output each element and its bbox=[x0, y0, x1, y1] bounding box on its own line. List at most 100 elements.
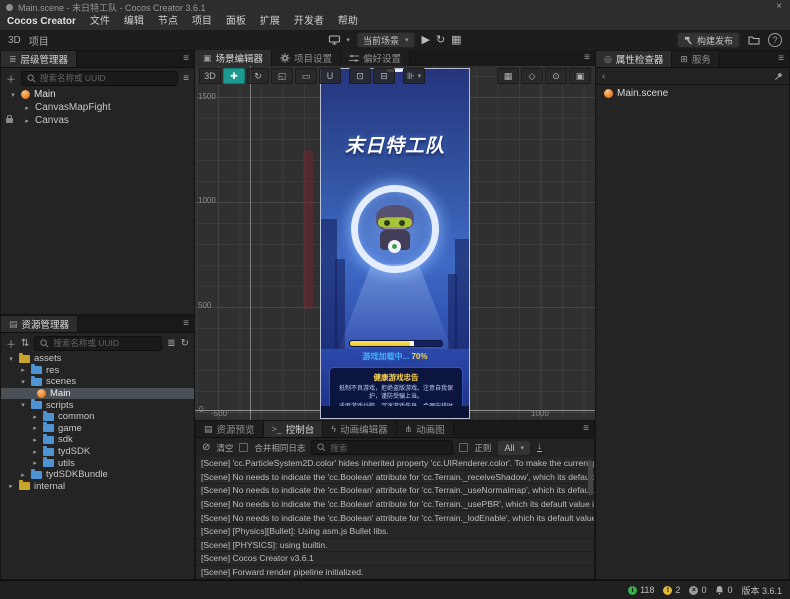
expand-arrow-icon[interactable]: ▾ bbox=[9, 91, 17, 99]
menu-help[interactable]: 帮助 bbox=[331, 14, 365, 30]
merge-logs-checkbox[interactable] bbox=[239, 443, 248, 452]
clear-console-button[interactable]: 清空 bbox=[216, 442, 233, 454]
tree-node-canvas[interactable]: ▸ Canvas bbox=[1, 114, 194, 127]
tab-scene-editor[interactable]: ▣ 场景编辑器 bbox=[195, 50, 272, 66]
log-line[interactable]: [Scene] No needs to indicate the 'cc.Boo… bbox=[196, 511, 594, 524]
asset-row-tydsdkbundle[interactable]: ▸tydSDKBundle bbox=[1, 469, 194, 481]
console-search-input[interactable]: 搜索 bbox=[311, 440, 453, 455]
camera-preview-button[interactable]: ◇ bbox=[521, 68, 543, 84]
view-settings-button[interactable]: ⊙ bbox=[545, 68, 567, 84]
log-line[interactable]: [Scene] Forward render pipeline initiali… bbox=[196, 566, 594, 579]
collapse-arrow-icon[interactable]: ▸ bbox=[31, 424, 39, 432]
grid-toggle-button[interactable]: ▦ bbox=[497, 68, 519, 84]
panel-menu-icon[interactable]: ≡ bbox=[584, 50, 590, 66]
log-line[interactable]: [Scene] Cocos Creator v3.6.1 bbox=[196, 552, 594, 565]
tab-preferences[interactable]: 偏好设置 bbox=[341, 50, 410, 66]
open-folder-button[interactable] bbox=[748, 35, 760, 45]
expand-arrow-icon[interactable]: ▾ bbox=[7, 355, 15, 363]
notification-count[interactable]: 0 bbox=[715, 585, 732, 595]
menu-edit[interactable]: 编辑 bbox=[117, 14, 151, 30]
coords-toggle-button[interactable]: ⊟ bbox=[373, 68, 395, 84]
view-3d-toggle[interactable]: 3D bbox=[199, 68, 221, 84]
history-back-icon[interactable]: ‹ bbox=[602, 71, 605, 82]
tab-assets[interactable]: ▤ 资源管理器 bbox=[1, 316, 78, 332]
tab-hierarchy[interactable]: ≣ 层级管理器 bbox=[1, 51, 77, 67]
scene-object-strip[interactable] bbox=[303, 150, 313, 310]
game-canvas[interactable]: 末日特工队 游戏加载中... 70% 健康游戏忠告 抵制不良游戏，拒绝盗版游戏。… bbox=[320, 68, 470, 419]
warning-count[interactable]: ! 2 bbox=[663, 585, 680, 595]
pivot-toggle-button[interactable]: ⊡ bbox=[349, 68, 371, 84]
collapse-arrow-icon[interactable]: ▸ bbox=[23, 104, 31, 112]
log-line[interactable]: [Scene] No needs to indicate the 'cc.Boo… bbox=[196, 471, 594, 484]
menu-cocos-creator[interactable]: Cocos Creator bbox=[0, 14, 83, 30]
regex-checkbox[interactable] bbox=[459, 443, 468, 452]
pin-icon[interactable] bbox=[774, 72, 783, 81]
preview-target-select[interactable]: 当前场景 ▾ bbox=[356, 32, 416, 48]
gizmo-dropdown[interactable]: ⊪ ▾ bbox=[403, 68, 425, 84]
expand-arrow-icon[interactable]: ▾ bbox=[19, 401, 27, 409]
reload-button[interactable]: ↻ bbox=[436, 30, 445, 50]
collapse-arrow-icon[interactable]: ▸ bbox=[19, 471, 27, 479]
tab-inspector[interactable]: ◎ 属性检查器 bbox=[596, 51, 672, 67]
preview-device-caret-icon[interactable]: ▾ bbox=[346, 36, 350, 44]
sort-assets-icon[interactable]: ⇅ bbox=[21, 338, 29, 349]
hierarchy-filter-icon[interactable]: ≡ bbox=[183, 73, 189, 84]
info-count[interactable]: i 118 bbox=[628, 585, 654, 595]
log-line[interactable]: [Scene] No needs to indicate the 'cc.Boo… bbox=[196, 484, 594, 497]
collapse-arrow-icon[interactable]: ▸ bbox=[31, 436, 39, 444]
asset-row-res[interactable]: ▸res bbox=[1, 365, 194, 377]
hierarchy-search-input[interactable]: 搜索名称或 UUID bbox=[21, 71, 178, 86]
collapse-arrow-icon[interactable]: ▸ bbox=[31, 413, 39, 421]
tree-node-main[interactable]: ▾ Main bbox=[1, 88, 194, 101]
rect-tool-button[interactable]: ▭ bbox=[295, 68, 317, 84]
refresh-assets-icon[interactable]: ↻ bbox=[181, 338, 189, 349]
menu-project[interactable]: 项目 bbox=[185, 14, 219, 30]
asset-row-assets[interactable]: ▾assets bbox=[1, 353, 194, 365]
log-level-select[interactable]: All ▾ bbox=[497, 440, 531, 456]
tree-node-canvasmapfight[interactable]: ▸ CanvasMapFight bbox=[1, 101, 194, 114]
lock-icon[interactable] bbox=[6, 118, 13, 123]
log-line[interactable]: [Scene] [PHYSICS]: using builtin. bbox=[196, 539, 594, 552]
menu-file[interactable]: 文件 bbox=[83, 14, 117, 30]
add-asset-button[interactable]: ＋ bbox=[6, 336, 16, 351]
workspace-project-label[interactable]: 项目 bbox=[29, 33, 49, 48]
panel-menu-icon[interactable]: ≡ bbox=[183, 316, 189, 332]
close-icon[interactable]: × bbox=[776, 0, 782, 14]
add-node-button[interactable]: ＋ bbox=[6, 71, 16, 86]
console-scrollbar[interactable] bbox=[588, 461, 593, 495]
export-log-button[interactable]: ↓ bbox=[537, 443, 542, 452]
tab-console[interactable]: >_ 控制台 bbox=[264, 421, 324, 437]
preview-device-icon[interactable] bbox=[328, 35, 340, 45]
asset-row-sdk[interactable]: ▸sdk bbox=[1, 434, 194, 446]
asset-row-game[interactable]: ▸game bbox=[1, 423, 194, 435]
error-count[interactable]: × 0 bbox=[689, 585, 706, 595]
play-button[interactable]: ▶ bbox=[421, 30, 429, 50]
log-line[interactable]: [Scene] [Physics][Bullet]: Using asm.js … bbox=[196, 525, 594, 538]
rotate-tool-button[interactable]: ↻ bbox=[247, 68, 269, 84]
menu-developer[interactable]: 开发者 bbox=[287, 14, 331, 30]
panel-menu-icon[interactable]: ≡ bbox=[778, 51, 784, 67]
asset-row-internal[interactable]: ▸internal bbox=[1, 481, 194, 493]
menu-panel[interactable]: 面板 bbox=[219, 14, 253, 30]
scene-viewport[interactable]: 1500 1000 500 0 -500 500 1000 末日特工队 游戏加载… bbox=[195, 66, 595, 420]
asset-row-scenes[interactable]: ▾scenes bbox=[1, 376, 194, 388]
menu-extension[interactable]: 扩展 bbox=[253, 14, 287, 30]
expand-arrow-icon[interactable]: ▾ bbox=[19, 378, 27, 386]
tab-project-settings[interactable]: 项目设置 bbox=[272, 50, 341, 66]
log-line[interactable]: [Scene] No needs to indicate the 'cc.Boo… bbox=[196, 498, 594, 511]
log-line[interactable]: [Scene] 'cc.ParticleSystem2D.color' hide… bbox=[196, 457, 594, 470]
build-publish-button[interactable]: 构建发布 bbox=[677, 32, 740, 48]
move-tool-button[interactable]: ✚ bbox=[223, 68, 245, 84]
asset-row-tydsdk[interactable]: ▸tydSDK bbox=[1, 446, 194, 458]
tab-service[interactable]: ⊞ 服务 bbox=[672, 51, 720, 67]
collapse-arrow-icon[interactable]: ▸ bbox=[19, 366, 27, 374]
workspace-3d-label[interactable]: 3D bbox=[8, 35, 21, 46]
transform-tool-button[interactable]: U bbox=[319, 68, 341, 84]
asset-row-utils[interactable]: ▸utils bbox=[1, 457, 194, 469]
help-button[interactable]: ? bbox=[768, 33, 782, 47]
fullscreen-button[interactable]: ▣ bbox=[569, 68, 591, 84]
scale-tool-button[interactable]: ◱ bbox=[271, 68, 293, 84]
menu-node[interactable]: 节点 bbox=[151, 14, 185, 30]
collapse-arrow-icon[interactable]: ▸ bbox=[23, 117, 31, 125]
list-view-icon[interactable]: ≣ bbox=[167, 338, 175, 349]
